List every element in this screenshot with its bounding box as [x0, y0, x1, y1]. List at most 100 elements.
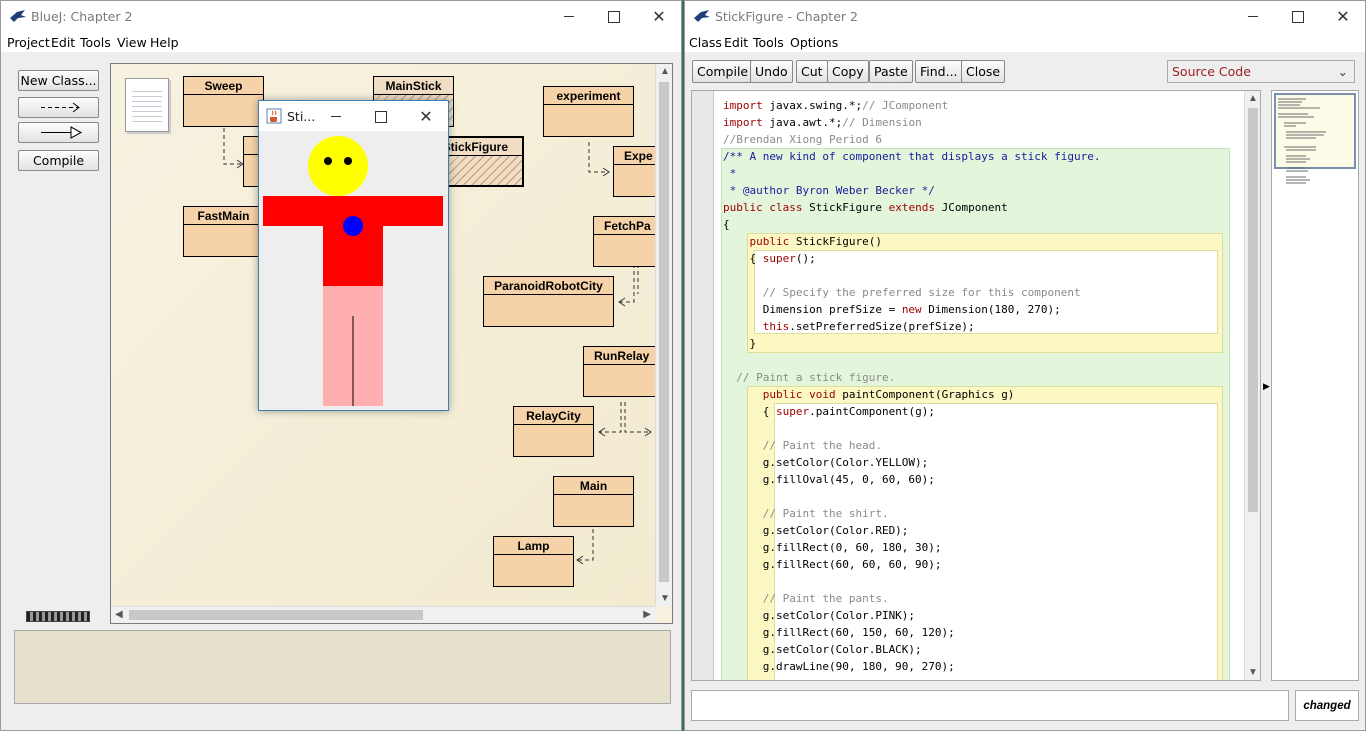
close-button[interactable]: ✕: [1320, 1, 1365, 32]
diagram-horizontal-scrollbar[interactable]: ◀ ▶: [111, 606, 655, 623]
editor-vertical-scrollbar[interactable]: ▲ ▼: [1244, 91, 1260, 680]
code-line: g.fillRect(0, 60, 180, 30);: [723, 541, 942, 554]
code-line: import javax.swing.*;// JComponent: [723, 99, 949, 112]
window-title: BlueJ: Chapter 2: [31, 9, 133, 24]
menu-bar: Class Edit Tools Options: [685, 32, 1365, 52]
class-runrelay[interactable]: RunRelay: [583, 346, 663, 397]
code-line: // Paint the pants.: [762, 592, 889, 605]
code-line: //Brendan Xiong Period 6: [723, 133, 882, 146]
class-paranoidrobotcity[interactable]: ParanoidRobotCity: [483, 276, 614, 327]
right-eye: [344, 157, 352, 165]
code-line: g.setColor(Color.PINK);: [723, 609, 916, 622]
scroll-thumb[interactable]: [659, 82, 669, 582]
source-code[interactable]: import javax.swing.*;// JComponent import…: [723, 97, 1240, 675]
collapse-minimap-icon[interactable]: ▶: [1263, 381, 1270, 392]
code-line: g.fillOval(45, 0, 60, 60);: [723, 473, 935, 486]
menu-class[interactable]: Class: [689, 35, 722, 50]
hscroll-thumb[interactable]: [129, 610, 423, 620]
code-line: // Paint the shirt.: [762, 507, 889, 520]
shirt-body: [323, 196, 383, 286]
maximize-button[interactable]: [591, 1, 637, 32]
vm-activity-indicator[interactable]: [26, 611, 90, 622]
paste-button[interactable]: Paste: [869, 60, 913, 83]
window-title: Sti...: [287, 109, 316, 124]
view-mode-select[interactable]: Source Code ⌄: [1167, 60, 1355, 83]
minimize-button[interactable]: [313, 101, 359, 132]
scroll-left-icon[interactable]: ◀: [115, 609, 123, 620]
bluej-bird-icon: [10, 10, 26, 22]
code-line: { super.paintComponent(g);: [723, 405, 935, 418]
code-line: { super();: [723, 252, 816, 265]
stick-figure-drawing: [263, 136, 443, 406]
code-line: g.setColor(Color.BLACK);: [723, 643, 922, 656]
dashed-arrow-icon: [40, 102, 80, 113]
title-bar[interactable]: BlueJ: Chapter 2 ✕: [1, 1, 681, 32]
scroll-thumb[interactable]: [1248, 108, 1258, 512]
class-fetchpa[interactable]: FetchPa: [593, 216, 663, 267]
menu-options[interactable]: Options: [790, 35, 838, 50]
scroll-right-icon[interactable]: ▶: [643, 609, 651, 620]
close-editor-button[interactable]: Close: [961, 60, 1006, 83]
scroll-up-icon[interactable]: ▲: [1248, 93, 1258, 104]
title-bar[interactable]: StickFigure - Chapter 2 ✕: [685, 1, 1365, 32]
maximize-button[interactable]: [358, 101, 404, 132]
close-button[interactable]: ✕: [636, 1, 681, 32]
status-message-area: [14, 630, 671, 704]
left-eye: [324, 157, 332, 165]
undo-button[interactable]: Undo: [750, 60, 793, 83]
minimize-button[interactable]: [546, 1, 592, 32]
inherit-arrow-icon: [40, 126, 82, 139]
code-minimap[interactable]: [1271, 90, 1359, 681]
class-relaycity[interactable]: RelayCity: [513, 406, 594, 457]
menu-help[interactable]: Help: [150, 35, 179, 50]
class-main[interactable]: Main: [553, 476, 634, 527]
class-fastmain[interactable]: FastMain: [183, 206, 264, 257]
menu-edit[interactable]: Edit: [724, 35, 748, 50]
head: [308, 136, 368, 196]
code-line: * @author Byron Weber Becker */: [723, 184, 935, 197]
inherits-arrow-button[interactable]: [18, 122, 99, 143]
save-state-indicator: changed: [1295, 690, 1359, 721]
maximize-button[interactable]: [1275, 1, 1321, 32]
menu-view[interactable]: View: [117, 35, 147, 50]
compile-button[interactable]: Compile: [692, 60, 754, 83]
code-line: // Paint a stick figure.: [736, 371, 896, 384]
code-line: g.fillRect(60, 60, 60, 90);: [723, 558, 942, 571]
code-line: public class StickFigure extends JCompon…: [723, 201, 1008, 214]
window-title: StickFigure - Chapter 2: [715, 9, 858, 24]
title-bar[interactable]: Sti... ✕: [259, 101, 448, 131]
diagram-vertical-scrollbar[interactable]: ▲ ▼: [655, 64, 672, 606]
menu-tools[interactable]: Tools: [80, 35, 111, 50]
copy-button[interactable]: Copy: [827, 60, 869, 83]
minimize-button[interactable]: [1230, 1, 1276, 32]
menu-project[interactable]: Project: [7, 35, 50, 50]
menu-tools[interactable]: Tools: [753, 35, 784, 50]
code-line: }: [723, 337, 757, 350]
class-lamp[interactable]: Lamp: [493, 536, 574, 587]
code-line: {: [723, 218, 730, 231]
find-button[interactable]: Find...: [915, 60, 963, 83]
minimap-lines: [1278, 98, 1326, 184]
code-line: Dimension prefSize = new Dimension(180, …: [723, 303, 1061, 316]
code-line: // Paint the head.: [762, 439, 882, 452]
uses-arrow-button[interactable]: [18, 97, 99, 118]
code-editor[interactable]: import javax.swing.*;// JComponent import…: [691, 90, 1261, 681]
class-sweep[interactable]: Sweep: [183, 76, 264, 127]
class-experiment[interactable]: experiment: [543, 86, 634, 137]
cut-button[interactable]: Cut: [796, 60, 828, 83]
code-line: public StickFigure(): [749, 235, 882, 248]
menu-edit[interactable]: Edit: [51, 35, 75, 50]
new-class-button[interactable]: New Class...: [18, 70, 99, 91]
menu-bar: Project Edit Tools View Help: [1, 32, 681, 52]
close-button[interactable]: ✕: [403, 101, 448, 132]
line-gutter[interactable]: [692, 91, 714, 680]
compile-button[interactable]: Compile: [18, 150, 99, 171]
scroll-down-icon[interactable]: ▼: [1248, 667, 1258, 678]
scroll-down-icon[interactable]: ▼: [660, 593, 670, 604]
code-line: g.setColor(Color.RED);: [723, 524, 909, 537]
scroll-up-icon[interactable]: ▲: [660, 66, 670, 77]
